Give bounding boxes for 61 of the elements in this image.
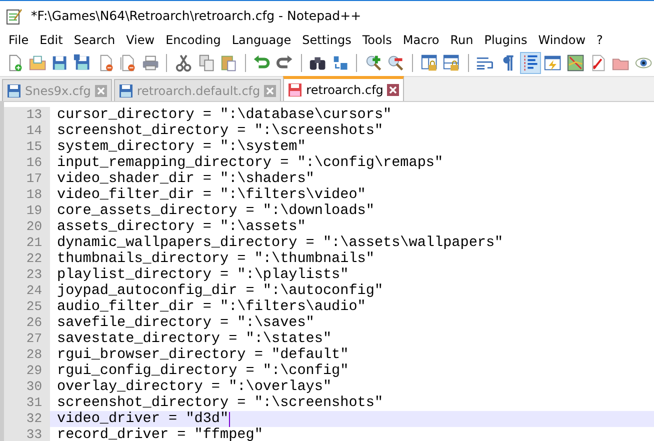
code-line: input_remapping_directory = ":\config\remaps" (56, 155, 444, 171)
code-line: video_shader_dir = ":\shaders" (56, 171, 316, 187)
menu-item[interactable]: Settings (296, 33, 357, 47)
line-number: 25 (4, 299, 50, 315)
map-icon[interactable] (564, 52, 586, 74)
code-line: rgui_config_directory = ":\config" (56, 363, 350, 379)
code-line: video_filter_dir = ":\filters\video" (56, 187, 367, 203)
code-line: record_driver = "ffmpeg" (56, 427, 264, 441)
line-number: 13 (4, 107, 50, 123)
close-icon[interactable] (387, 84, 400, 96)
menu-item[interactable]: Run (444, 33, 479, 47)
menu-item[interactable]: Language (226, 33, 297, 47)
menu-item[interactable]: Search (68, 33, 121, 47)
code-line: joypad_autoconfig_dir = ":\autoconfig" (56, 283, 384, 299)
line-number: 20 (4, 219, 50, 235)
line-number: 24 (4, 283, 50, 299)
menu-item[interactable]: Window (532, 33, 592, 47)
line-number: 19 (4, 203, 50, 219)
menu-item[interactable]: File (3, 33, 34, 47)
code-line: core_assets_directory = ":\downloads" (56, 203, 376, 219)
menu-item[interactable]: Edit (34, 33, 68, 47)
menu-item[interactable]: Plugins (478, 33, 533, 47)
code-line: playlist_directory = ":\playlists" (56, 267, 350, 283)
code-line: overlay_directory = ":\overlays" (56, 379, 333, 395)
line-number: 14 (4, 123, 50, 139)
code-line: thumbnails_directory = ":\thumbnails" (56, 251, 376, 267)
line-number: 30 (4, 379, 50, 395)
notepad-icon (5, 6, 23, 24)
text-caret (228, 412, 230, 426)
line-number: 29 (4, 363, 50, 379)
line-number: 23 (4, 267, 50, 283)
code-line: cursor_directory = ":\database\cursors" (56, 107, 393, 123)
code-line: savestate_directory = ":\states" (56, 331, 333, 347)
code-line: screenshot_directory = ":\screenshots" (56, 123, 384, 139)
line-number: 33 (4, 427, 50, 441)
menu-item[interactable]: Encoding (160, 33, 226, 47)
window-title: *F:\Games\N64\Retroarch\retroarch.cfg - Notepad++ (31, 8, 362, 23)
line-number: 28 (4, 347, 50, 363)
code-line: audio_filter_dir = ":\filters\audio" (56, 299, 367, 315)
code-line: savefile_directory = ":\saves" (56, 315, 316, 331)
line-number: 16 (4, 155, 50, 171)
code-line: dynamic_wallpapers_directory = ":\assets\wallpapers" (56, 235, 504, 251)
code-line: rgui_browser_directory = "default" (56, 347, 350, 363)
line-number: 15 (4, 139, 50, 155)
line-number: 27 (4, 331, 50, 347)
line-number: 18 (4, 187, 50, 203)
code-line: system_directory = ":\system" (56, 139, 307, 155)
line-number: 17 (4, 171, 50, 187)
line-number: 22 (4, 251, 50, 267)
code-line: assets_directory = ":\assets" (56, 219, 307, 235)
line-number: 26 (4, 315, 50, 331)
file-tab[interactable]: retroarch.cfg (283, 76, 404, 101)
indent-guide-icon[interactable] (520, 52, 541, 74)
code-line: screenshot_directory = ":\screenshots" (56, 395, 384, 411)
line-number: 21 (4, 235, 50, 251)
menu-item[interactable]: View (120, 33, 160, 47)
line-number: 32 (4, 411, 50, 427)
menu-item[interactable]: ? (591, 33, 608, 47)
menu-item[interactable]: Tools (356, 33, 398, 47)
menu-item[interactable]: Macro (397, 33, 445, 47)
line-number: 31 (4, 395, 50, 411)
